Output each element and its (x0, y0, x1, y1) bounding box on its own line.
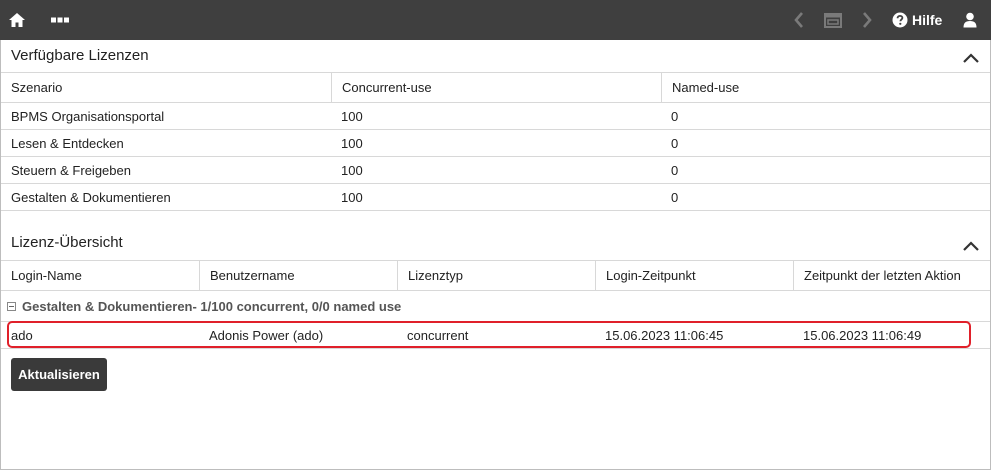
main-panel: Verfügbare Lizenzen Szenario Concurrent-… (0, 40, 991, 470)
help-button[interactable]: Hilfe (892, 0, 948, 40)
table-row[interactable]: BPMS Organisationsportal 100 0 (1, 103, 990, 130)
home-icon[interactable] (6, 0, 28, 40)
named-use-cell: 0 (671, 108, 679, 124)
top-toolbar: Hilfe (0, 0, 991, 40)
table-row[interactable]: Steuern & Freigeben 100 0 (1, 157, 990, 184)
chevron-right-icon[interactable] (858, 0, 876, 40)
concurrent-use-cell: 100 (341, 108, 363, 124)
refresh-button[interactable]: Aktualisieren (11, 358, 107, 391)
help-circle-icon (892, 12, 908, 28)
named-use-cell: 0 (671, 135, 679, 151)
table-header: Login-Name Benutzername Lizenztyp Login-… (1, 260, 990, 291)
available-licenses-table: Szenario Concurrent-use Named-use BPMS O… (1, 72, 990, 211)
named-use-cell: 0 (671, 162, 679, 178)
window-icon[interactable] (822, 0, 844, 40)
table-header: Szenario Concurrent-use Named-use (1, 72, 990, 103)
named-use-cell: 0 (671, 189, 679, 205)
concurrent-use-cell: 100 (341, 189, 363, 205)
collapse-overview-icon[interactable] (962, 240, 980, 252)
column-header-letzte-aktion[interactable]: Zeitpunkt der letzten Aktion (793, 261, 990, 290)
chevron-left-icon[interactable] (790, 0, 808, 40)
group-label: Gestalten & Dokumentieren- 1/100 concurr… (22, 298, 402, 314)
scenario-cell: Gestalten & Dokumentieren (11, 189, 171, 205)
column-header-login-name[interactable]: Login-Name (1, 261, 199, 290)
group-collapse-icon[interactable] (7, 301, 16, 311)
collapse-licenses-icon[interactable] (962, 52, 980, 64)
column-header-szenario[interactable]: Szenario (1, 73, 331, 102)
table-row[interactable]: Lesen & Entdecken 100 0 (1, 130, 990, 157)
concurrent-use-cell: 100 (341, 162, 363, 178)
column-header-login-zeitpunkt[interactable]: Login-Zeitpunkt (595, 261, 793, 290)
user-icon[interactable] (960, 0, 980, 40)
column-header-benutzername[interactable]: Benutzername (199, 261, 397, 290)
column-header-named-use[interactable]: Named-use (661, 73, 990, 102)
scenario-cell: BPMS Organisationsportal (11, 108, 165, 124)
row-highlight-box (7, 321, 971, 348)
license-overview-title: Lizenz-Übersicht (11, 234, 123, 251)
scenario-cell: Steuern & Freigeben (11, 162, 131, 178)
table-row[interactable]: Gestalten & Dokumentieren 100 0 (1, 184, 990, 211)
scenario-cell: Lesen & Entdecken (11, 135, 124, 151)
more-dots-icon[interactable] (48, 0, 72, 40)
column-header-lizenztyp[interactable]: Lizenztyp (397, 261, 595, 290)
group-row[interactable]: Gestalten & Dokumentieren- 1/100 concurr… (1, 291, 990, 322)
available-licenses-title: Verfügbare Lizenzen (11, 47, 149, 64)
concurrent-use-cell: 100 (341, 135, 363, 151)
column-header-concurrent-use[interactable]: Concurrent-use (331, 73, 661, 102)
help-label: Hilfe (912, 12, 943, 28)
